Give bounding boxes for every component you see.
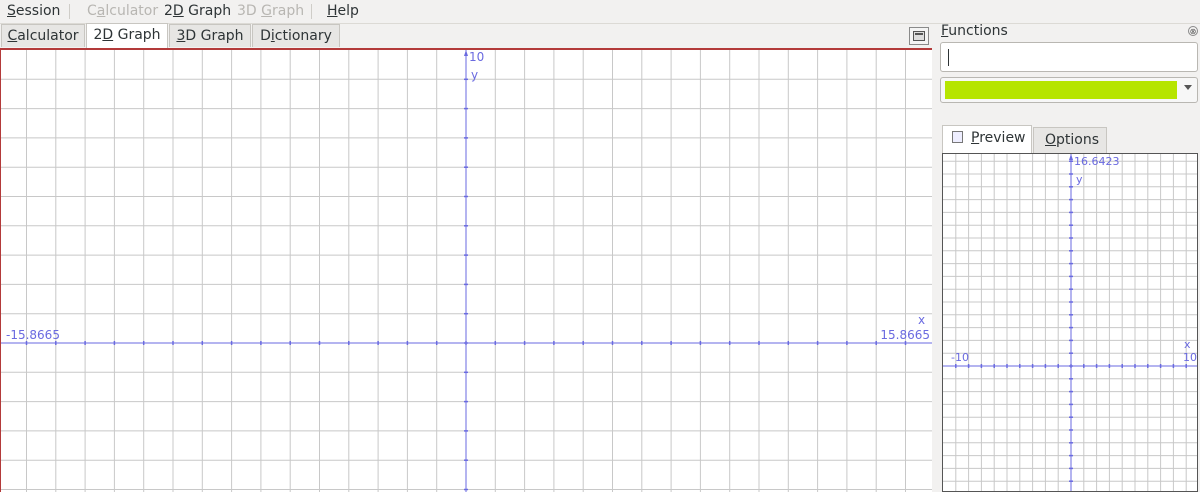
- preview-x-axis-name: x: [1184, 338, 1191, 351]
- menu-help[interactable]: Help: [327, 3, 359, 19]
- functions-dock-title: Functions: [941, 23, 1008, 39]
- tab-3d-graph[interactable]: 3D Graph: [169, 24, 251, 47]
- preview-svg: -10 10 x 16.6423 y: [943, 154, 1197, 491]
- x-axis-name: x: [918, 313, 925, 327]
- tab-options[interactable]: Options: [1033, 127, 1107, 153]
- menu-separator: [69, 4, 70, 19]
- x-min-label: -15.8665: [6, 328, 60, 342]
- preview-icon: [952, 131, 963, 143]
- main-tab-bar: Calculator 2D Graph 3D Graph Dictionary: [0, 23, 935, 49]
- text-caret: [948, 49, 949, 66]
- preview-y-max-label: 16.6423: [1074, 155, 1120, 168]
- menu-separator: [311, 4, 312, 19]
- menu-calculator[interactable]: Calculator: [87, 3, 158, 19]
- tab-preview[interactable]: Preview: [942, 125, 1032, 154]
- function-preview: -10 10 x 16.6423 y: [942, 153, 1198, 492]
- preview-x-max-label: 10: [1183, 351, 1197, 364]
- menu-session[interactable]: Session: [7, 3, 60, 19]
- chevron-down-icon: [1184, 85, 1192, 90]
- graph-2d-svg[interactable]: -15.8665 15.8665 x 10 y: [1, 50, 932, 492]
- function-input[interactable]: [940, 42, 1198, 72]
- tab-2d-graph[interactable]: 2D Graph: [86, 23, 168, 49]
- y-axis-name: y: [471, 68, 478, 82]
- color-swatch: [945, 81, 1177, 99]
- y-axis-arrow: [464, 50, 468, 56]
- dock-float-icon[interactable]: ⊗: [1188, 26, 1198, 36]
- menu-3d-graph[interactable]: 3D Graph: [237, 3, 304, 19]
- menu-bar: Session Calculator 2D Graph 3D Graph Hel…: [0, 0, 1200, 24]
- graph-2d-canvas[interactable]: -15.8665 15.8665 x 10 y: [0, 48, 932, 492]
- calculator-icon[interactable]: [909, 27, 929, 45]
- color-select[interactable]: [940, 77, 1198, 103]
- preview-x-min-label: -10: [951, 351, 969, 364]
- x-max-label: 15.8665: [880, 328, 930, 342]
- y-axis-arrow: [1069, 154, 1073, 160]
- preview-y-axis-name: y: [1076, 173, 1083, 186]
- tab-calculator[interactable]: Calculator: [1, 24, 85, 47]
- y-max-label: 10: [469, 50, 484, 64]
- menu-2d-graph[interactable]: 2D Graph: [164, 3, 231, 19]
- tab-dictionary[interactable]: Dictionary: [252, 24, 340, 47]
- axes: [1, 50, 932, 492]
